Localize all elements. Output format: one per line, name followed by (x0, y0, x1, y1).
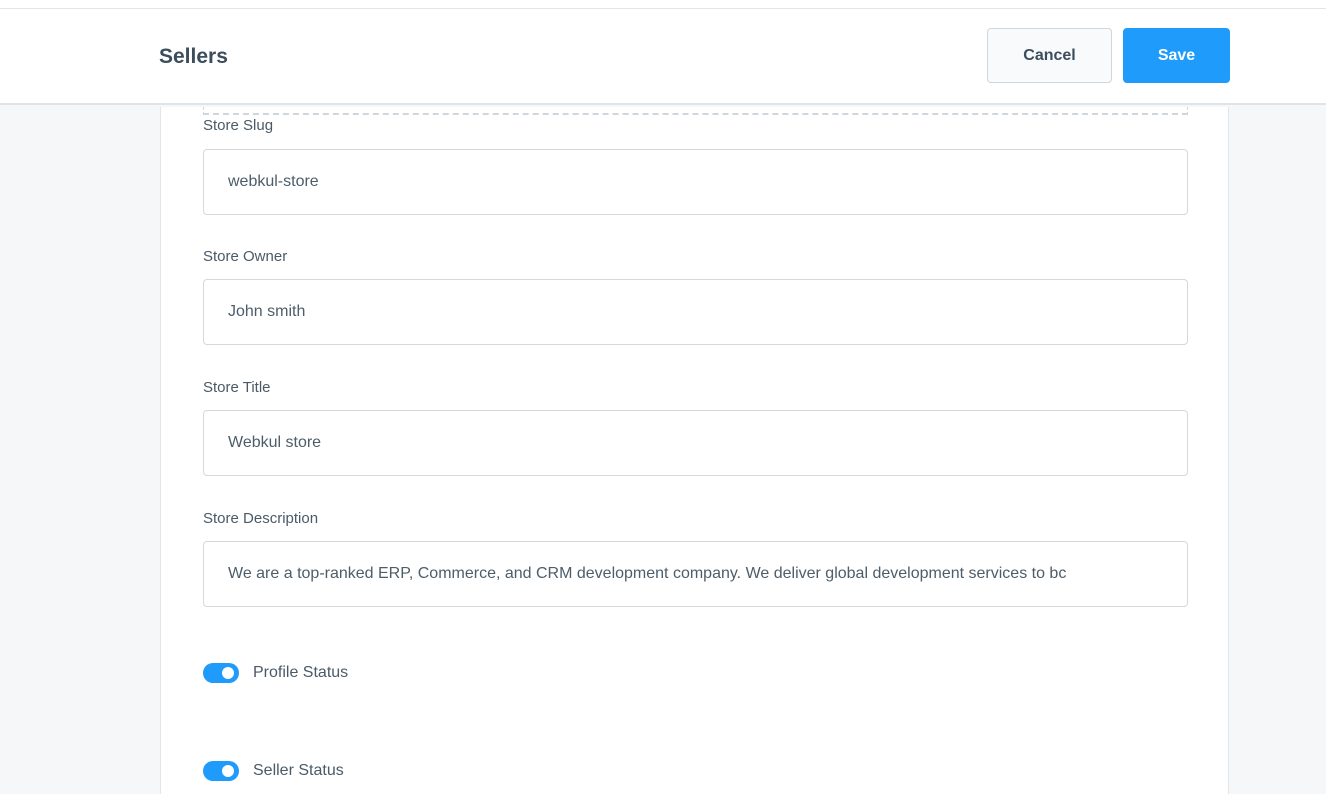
image-upload-dropzone-edge[interactable] (203, 107, 1188, 115)
seller-form-panel: Store Slug webkul-store Store Owner John… (160, 107, 1229, 794)
page-header: Sellers Cancel Save (0, 9, 1326, 105)
page-title: Sellers (159, 45, 228, 68)
store-title-label: Store Title (203, 379, 271, 396)
store-description-input[interactable]: We are a top-ranked ERP, Commerce, and C… (203, 541, 1188, 607)
store-description-label: Store Description (203, 510, 319, 527)
cancel-button[interactable]: Cancel (987, 28, 1112, 83)
store-title-input[interactable]: Webkul store (203, 410, 1188, 476)
profile-status-toggle[interactable] (203, 663, 239, 683)
toggle-knob (222, 667, 234, 679)
store-slug-label: Store Slug (203, 117, 274, 134)
profile-status-label: Profile Status (253, 664, 349, 681)
store-owner-input[interactable]: John smith (203, 279, 1188, 345)
seller-status-toggle[interactable] (203, 761, 239, 781)
toggle-knob (222, 765, 234, 777)
store-owner-label: Store Owner (203, 248, 288, 265)
save-button[interactable]: Save (1123, 28, 1230, 83)
seller-status-row[interactable]: Seller Status (203, 761, 344, 781)
seller-status-label: Seller Status (253, 762, 344, 779)
top-rule (0, 0, 1326, 9)
profile-status-row[interactable]: Profile Status (203, 663, 348, 683)
store-slug-input[interactable]: webkul-store (203, 149, 1188, 215)
